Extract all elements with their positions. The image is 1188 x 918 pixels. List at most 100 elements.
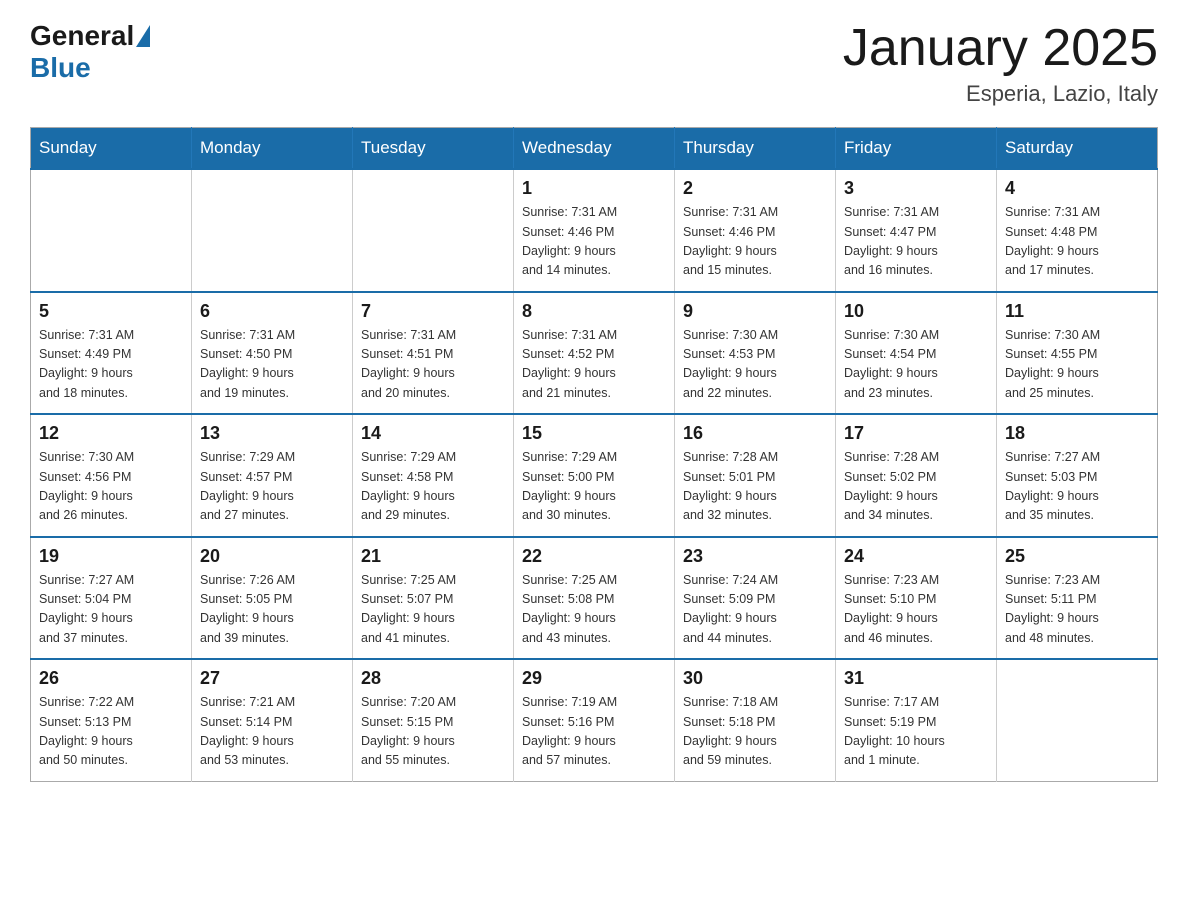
day-number: 12 (39, 423, 183, 444)
day-info: Sunrise: 7:31 AMSunset: 4:47 PMDaylight:… (844, 203, 988, 281)
day-info: Sunrise: 7:21 AMSunset: 5:14 PMDaylight:… (200, 693, 344, 771)
day-number: 23 (683, 546, 827, 567)
day-number: 14 (361, 423, 505, 444)
calendar-cell: 3 Sunrise: 7:31 AMSunset: 4:47 PMDaylight… (836, 169, 997, 292)
calendar-week-row: 19 Sunrise: 7:27 AMSunset: 5:04 PMDayligh… (31, 537, 1158, 660)
calendar-cell: 2 Sunrise: 7:31 AMSunset: 4:46 PMDaylight… (675, 169, 836, 292)
day-info: Sunrise: 7:17 AMSunset: 5:19 PMDaylight:… (844, 693, 988, 771)
header-friday: Friday (836, 128, 997, 170)
calendar-cell: 17Sunrise: 7:28 AMSunset: 5:02 PMDayligh… (836, 414, 997, 537)
day-number: 29 (522, 668, 666, 689)
page-header: General Blue January 2025 Esperia, Lazio… (30, 20, 1158, 107)
day-info: Sunrise: 7:27 AMSunset: 5:04 PMDaylight:… (39, 571, 183, 649)
calendar-cell: 14 Sunrise: 7:29 AMSunset: 4:58 PMDayligh… (353, 414, 514, 537)
day-info: Sunrise: 7:30 AMSunset: 4:56 PMDaylight:… (39, 448, 183, 526)
calendar-cell: 5 Sunrise: 7:31 AMSunset: 4:49 PMDaylight… (31, 292, 192, 415)
day-info: Sunrise: 7:29 AMSunset: 4:57 PMDaylight:… (200, 448, 344, 526)
day-number: 3 (844, 178, 988, 199)
calendar-cell: 30Sunrise: 7:18 AMSunset: 5:18 PMDayligh… (675, 659, 836, 781)
calendar-cell: 15 Sunrise: 7:29 AMSunset: 5:00 PMDayligh… (514, 414, 675, 537)
calendar-cell: 8Sunrise: 7:31 AMSunset: 4:52 PMDaylight… (514, 292, 675, 415)
day-number: 13 (200, 423, 344, 444)
day-number: 16 (683, 423, 827, 444)
day-number: 1 (522, 178, 666, 199)
day-number: 6 (200, 301, 344, 322)
calendar-cell: 25 Sunrise: 7:23 AMSunset: 5:11 PMDayligh… (997, 537, 1158, 660)
header-monday: Monday (192, 128, 353, 170)
header-sunday: Sunday (31, 128, 192, 170)
day-info: Sunrise: 7:31 AMSunset: 4:49 PMDaylight:… (39, 326, 183, 404)
day-info: Sunrise: 7:25 AMSunset: 5:07 PMDaylight:… (361, 571, 505, 649)
calendar-cell (353, 169, 514, 292)
logo-general-text: General (30, 20, 134, 52)
header-saturday: Saturday (997, 128, 1158, 170)
day-number: 5 (39, 301, 183, 322)
calendar-cell: 24 Sunrise: 7:23 AMSunset: 5:10 PMDayligh… (836, 537, 997, 660)
calendar-cell: 19 Sunrise: 7:27 AMSunset: 5:04 PMDayligh… (31, 537, 192, 660)
day-number: 28 (361, 668, 505, 689)
calendar-table: SundayMondayTuesdayWednesdayThursdayFrid… (30, 127, 1158, 782)
day-number: 9 (683, 301, 827, 322)
calendar-cell: 6 Sunrise: 7:31 AMSunset: 4:50 PMDaylight… (192, 292, 353, 415)
calendar-cell: 21 Sunrise: 7:25 AMSunset: 5:07 PMDayligh… (353, 537, 514, 660)
day-number: 25 (1005, 546, 1149, 567)
day-number: 26 (39, 668, 183, 689)
day-info: Sunrise: 7:22 AMSunset: 5:13 PMDaylight:… (39, 693, 183, 771)
calendar-week-row: 26 Sunrise: 7:22 AMSunset: 5:13 PMDayligh… (31, 659, 1158, 781)
calendar-cell: 1 Sunrise: 7:31 AMSunset: 4:46 PMDaylight… (514, 169, 675, 292)
day-info: Sunrise: 7:31 AMSunset: 4:46 PMDaylight:… (522, 203, 666, 281)
day-info: Sunrise: 7:31 AMSunset: 4:46 PMDaylight:… (683, 203, 827, 281)
calendar-cell: 26 Sunrise: 7:22 AMSunset: 5:13 PMDayligh… (31, 659, 192, 781)
day-info: Sunrise: 7:30 AMSunset: 4:55 PMDaylight:… (1005, 326, 1149, 404)
calendar-cell: 29 Sunrise: 7:19 AMSunset: 5:16 PMDayligh… (514, 659, 675, 781)
calendar-cell: 7 Sunrise: 7:31 AMSunset: 4:51 PMDaylight… (353, 292, 514, 415)
calendar-cell (31, 169, 192, 292)
calendar-cell: 12 Sunrise: 7:30 AMSunset: 4:56 PMDayligh… (31, 414, 192, 537)
calendar-week-row: 1 Sunrise: 7:31 AMSunset: 4:46 PMDaylight… (31, 169, 1158, 292)
day-number: 22 (522, 546, 666, 567)
day-number: 10 (844, 301, 988, 322)
header-thursday: Thursday (675, 128, 836, 170)
calendar-cell: 22Sunrise: 7:25 AMSunset: 5:08 PMDayligh… (514, 537, 675, 660)
calendar-header-row: SundayMondayTuesdayWednesdayThursdayFrid… (31, 128, 1158, 170)
day-info: Sunrise: 7:20 AMSunset: 5:15 PMDaylight:… (361, 693, 505, 771)
logo-blue-text: Blue (30, 52, 91, 83)
day-number: 27 (200, 668, 344, 689)
day-number: 30 (683, 668, 827, 689)
day-info: Sunrise: 7:31 AMSunset: 4:50 PMDaylight:… (200, 326, 344, 404)
day-info: Sunrise: 7:27 AMSunset: 5:03 PMDaylight:… (1005, 448, 1149, 526)
day-number: 7 (361, 301, 505, 322)
month-title: January 2025 (843, 20, 1158, 77)
day-number: 19 (39, 546, 183, 567)
calendar-cell: 31 Sunrise: 7:17 AMSunset: 5:19 PMDayligh… (836, 659, 997, 781)
day-number: 11 (1005, 301, 1149, 322)
day-info: Sunrise: 7:19 AMSunset: 5:16 PMDaylight:… (522, 693, 666, 771)
day-number: 20 (200, 546, 344, 567)
day-info: Sunrise: 7:23 AMSunset: 5:11 PMDaylight:… (1005, 571, 1149, 649)
calendar-cell: 10 Sunrise: 7:30 AMSunset: 4:54 PMDayligh… (836, 292, 997, 415)
calendar-cell: 16Sunrise: 7:28 AMSunset: 5:01 PMDayligh… (675, 414, 836, 537)
day-number: 2 (683, 178, 827, 199)
day-info: Sunrise: 7:30 AMSunset: 4:54 PMDaylight:… (844, 326, 988, 404)
day-number: 31 (844, 668, 988, 689)
calendar-cell: 20 Sunrise: 7:26 AMSunset: 5:05 PMDayligh… (192, 537, 353, 660)
day-number: 21 (361, 546, 505, 567)
day-number: 4 (1005, 178, 1149, 199)
day-info: Sunrise: 7:29 AMSunset: 5:00 PMDaylight:… (522, 448, 666, 526)
day-number: 24 (844, 546, 988, 567)
day-number: 18 (1005, 423, 1149, 444)
day-info: Sunrise: 7:31 AMSunset: 4:51 PMDaylight:… (361, 326, 505, 404)
calendar-cell: 18 Sunrise: 7:27 AMSunset: 5:03 PMDayligh… (997, 414, 1158, 537)
calendar-cell: 9 Sunrise: 7:30 AMSunset: 4:53 PMDaylight… (675, 292, 836, 415)
day-number: 15 (522, 423, 666, 444)
day-number: 17 (844, 423, 988, 444)
logo-triangle-icon (136, 25, 150, 47)
calendar-cell: 11 Sunrise: 7:30 AMSunset: 4:55 PMDayligh… (997, 292, 1158, 415)
day-info: Sunrise: 7:30 AMSunset: 4:53 PMDaylight:… (683, 326, 827, 404)
title-area: January 2025 Esperia, Lazio, Italy (843, 20, 1158, 107)
calendar-cell: 13 Sunrise: 7:29 AMSunset: 4:57 PMDayligh… (192, 414, 353, 537)
day-info: Sunrise: 7:23 AMSunset: 5:10 PMDaylight:… (844, 571, 988, 649)
day-info: Sunrise: 7:26 AMSunset: 5:05 PMDaylight:… (200, 571, 344, 649)
day-info: Sunrise: 7:29 AMSunset: 4:58 PMDaylight:… (361, 448, 505, 526)
day-info: Sunrise: 7:31 AMSunset: 4:48 PMDaylight:… (1005, 203, 1149, 281)
